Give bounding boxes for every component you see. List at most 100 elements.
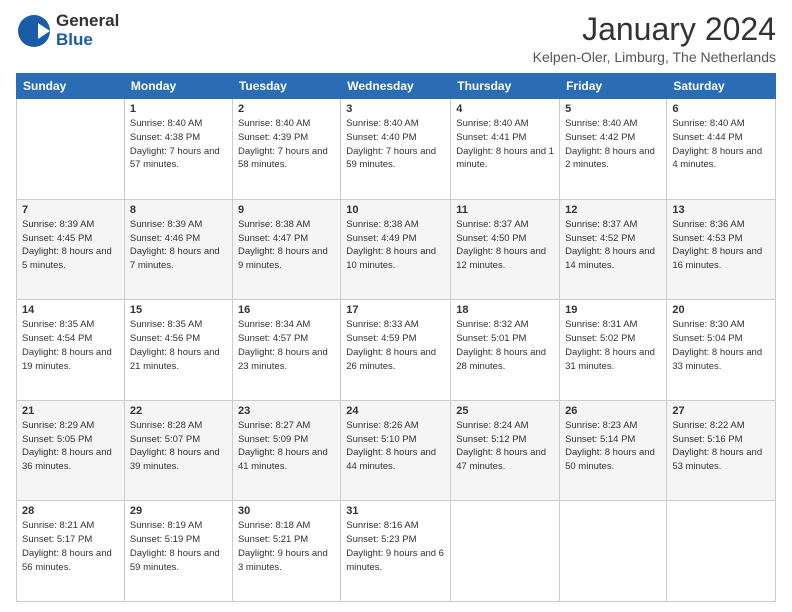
day-cell: 12Sunrise: 8:37 AM Sunset: 4:52 PM Dayli… [560, 199, 667, 300]
day-cell: 26 Sunrise: 8:23 AM Sunset: 5:14 PM Dayli… [560, 400, 667, 501]
day-info: Sunrise: 8:28 AM Sunset: 5:07 PM Dayligh… [130, 419, 227, 474]
day-number: 30 [238, 505, 335, 517]
day-cell: 13Sunrise: 8:36 AM Sunset: 4:53 PM Dayli… [667, 199, 776, 300]
title-block: January 2024 Kelpen-Oler, Limburg, The N… [533, 12, 776, 65]
day-number: 20 [672, 304, 770, 316]
day-cell: 14 Sunrise: 8:35 AM Sunset: 4:54 PM Dayli… [17, 300, 125, 401]
day-info: Sunrise: 8:37 AM Sunset: 4:52 PM Dayligh… [565, 218, 661, 273]
day-number: 23 [238, 405, 335, 417]
header: General Blue January 2024 Kelpen-Oler, L… [16, 12, 776, 65]
day-number: 28 [22, 505, 119, 517]
location: Kelpen-Oler, Limburg, The Netherlands [533, 49, 776, 65]
day-info: Sunrise: 8:35 AM Sunset: 4:54 PM Dayligh… [22, 318, 119, 373]
day-number: 27 [672, 405, 770, 417]
day-info: Sunrise: 8:38 AM Sunset: 4:47 PM Dayligh… [238, 218, 335, 273]
day-cell: 29Sunrise: 8:19 AM Sunset: 5:19 PM Dayli… [124, 501, 232, 602]
day-info: Sunrise: 8:37 AM Sunset: 4:50 PM Dayligh… [456, 218, 554, 273]
day-info: Sunrise: 8:23 AM Sunset: 5:14 PM Dayligh… [565, 419, 661, 474]
day-cell: 27 Sunrise: 8:22 AM Sunset: 5:16 PM Dayli… [667, 400, 776, 501]
day-number: 21 [22, 405, 119, 417]
day-info: Sunrise: 8:40 AM Sunset: 4:44 PM Dayligh… [672, 117, 770, 172]
day-number: 15 [130, 304, 227, 316]
day-number: 7 [22, 204, 119, 216]
day-number: 4 [456, 103, 554, 115]
day-number: 24 [346, 405, 445, 417]
day-cell: 22 Sunrise: 8:28 AM Sunset: 5:07 PM Dayli… [124, 400, 232, 501]
day-number: 13 [672, 204, 770, 216]
day-info: Sunrise: 8:40 AM Sunset: 4:39 PM Dayligh… [238, 117, 335, 172]
day-cell: 6Sunrise: 8:40 AM Sunset: 4:44 PM Daylig… [667, 99, 776, 200]
header-row: Sunday Monday Tuesday Wednesday Thursday… [17, 74, 776, 99]
day-number: 18 [456, 304, 554, 316]
day-number: 26 [565, 405, 661, 417]
day-info: Sunrise: 8:35 AM Sunset: 4:56 PM Dayligh… [130, 318, 227, 373]
col-thursday: Thursday [451, 74, 560, 99]
day-info: Sunrise: 8:21 AM Sunset: 5:17 PM Dayligh… [22, 519, 119, 574]
day-cell: 25 Sunrise: 8:24 AM Sunset: 5:12 PM Dayli… [451, 400, 560, 501]
day-cell: 1Sunrise: 8:40 AM Sunset: 4:38 PM Daylig… [124, 99, 232, 200]
week-row-4: 28 Sunrise: 8:21 AM Sunset: 5:17 PM Dayli… [17, 501, 776, 602]
day-cell: 10 Sunrise: 8:38 AM Sunset: 4:49 PM Dayli… [341, 199, 451, 300]
day-info: Sunrise: 8:27 AM Sunset: 5:09 PM Dayligh… [238, 419, 335, 474]
day-cell: 5Sunrise: 8:40 AM Sunset: 4:42 PM Daylig… [560, 99, 667, 200]
day-cell: 19Sunrise: 8:31 AM Sunset: 5:02 PM Dayli… [560, 300, 667, 401]
week-row-2: 14 Sunrise: 8:35 AM Sunset: 4:54 PM Dayli… [17, 300, 776, 401]
day-cell: 9 Sunrise: 8:38 AM Sunset: 4:47 PM Daylig… [232, 199, 340, 300]
day-number: 14 [22, 304, 119, 316]
day-cell: 31Sunrise: 8:16 AM Sunset: 5:23 PM Dayli… [341, 501, 451, 602]
calendar-page: General Blue January 2024 Kelpen-Oler, L… [0, 0, 792, 612]
day-info: Sunrise: 8:39 AM Sunset: 4:45 PM Dayligh… [22, 218, 119, 273]
day-cell: 3Sunrise: 8:40 AM Sunset: 4:40 PM Daylig… [341, 99, 451, 200]
month-title: January 2024 [533, 12, 776, 47]
day-cell: 30Sunrise: 8:18 AM Sunset: 5:21 PM Dayli… [232, 501, 340, 602]
col-wednesday: Wednesday [341, 74, 451, 99]
day-number: 10 [346, 204, 445, 216]
day-info: Sunrise: 8:19 AM Sunset: 5:19 PM Dayligh… [130, 519, 227, 574]
day-number: 22 [130, 405, 227, 417]
day-info: Sunrise: 8:26 AM Sunset: 5:10 PM Dayligh… [346, 419, 445, 474]
day-info: Sunrise: 8:22 AM Sunset: 5:16 PM Dayligh… [672, 419, 770, 474]
day-info: Sunrise: 8:34 AM Sunset: 4:57 PM Dayligh… [238, 318, 335, 373]
day-info: Sunrise: 8:30 AM Sunset: 5:04 PM Dayligh… [672, 318, 770, 373]
day-cell: 8Sunrise: 8:39 AM Sunset: 4:46 PM Daylig… [124, 199, 232, 300]
day-info: Sunrise: 8:24 AM Sunset: 5:12 PM Dayligh… [456, 419, 554, 474]
day-info: Sunrise: 8:40 AM Sunset: 4:42 PM Dayligh… [565, 117, 661, 172]
week-row-1: 7 Sunrise: 8:39 AM Sunset: 4:45 PM Daylig… [17, 199, 776, 300]
day-info: Sunrise: 8:33 AM Sunset: 4:59 PM Dayligh… [346, 318, 445, 373]
col-friday: Friday [560, 74, 667, 99]
day-info: Sunrise: 8:16 AM Sunset: 5:23 PM Dayligh… [346, 519, 445, 574]
day-cell [667, 501, 776, 602]
day-cell: 21 Sunrise: 8:29 AM Sunset: 5:05 PM Dayli… [17, 400, 125, 501]
day-info: Sunrise: 8:29 AM Sunset: 5:05 PM Dayligh… [22, 419, 119, 474]
day-info: Sunrise: 8:38 AM Sunset: 4:49 PM Dayligh… [346, 218, 445, 273]
day-cell: 23 Sunrise: 8:27 AM Sunset: 5:09 PM Dayli… [232, 400, 340, 501]
day-cell: 28 Sunrise: 8:21 AM Sunset: 5:17 PM Dayli… [17, 501, 125, 602]
day-number: 11 [456, 204, 554, 216]
day-number: 25 [456, 405, 554, 417]
day-cell [560, 501, 667, 602]
col-saturday: Saturday [667, 74, 776, 99]
day-info: Sunrise: 8:40 AM Sunset: 4:41 PM Dayligh… [456, 117, 554, 172]
day-number: 9 [238, 204, 335, 216]
day-cell [17, 99, 125, 200]
day-cell: 16 Sunrise: 8:34 AM Sunset: 4:57 PM Dayli… [232, 300, 340, 401]
day-cell: 7 Sunrise: 8:39 AM Sunset: 4:45 PM Daylig… [17, 199, 125, 300]
logo-general: General [56, 12, 119, 31]
col-monday: Monday [124, 74, 232, 99]
day-number: 3 [346, 103, 445, 115]
week-row-0: 1Sunrise: 8:40 AM Sunset: 4:38 PM Daylig… [17, 99, 776, 200]
logo-icon [16, 13, 52, 49]
logo-blue: Blue [56, 31, 119, 50]
day-number: 16 [238, 304, 335, 316]
day-cell: 15 Sunrise: 8:35 AM Sunset: 4:56 PM Dayli… [124, 300, 232, 401]
day-cell: 11 Sunrise: 8:37 AM Sunset: 4:50 PM Dayli… [451, 199, 560, 300]
day-cell: 20 Sunrise: 8:30 AM Sunset: 5:04 PM Dayli… [667, 300, 776, 401]
day-info: Sunrise: 8:31 AM Sunset: 5:02 PM Dayligh… [565, 318, 661, 373]
col-tuesday: Tuesday [232, 74, 340, 99]
day-number: 17 [346, 304, 445, 316]
col-sunday: Sunday [17, 74, 125, 99]
logo: General Blue [16, 12, 119, 49]
day-cell: 2Sunrise: 8:40 AM Sunset: 4:39 PM Daylig… [232, 99, 340, 200]
day-cell [451, 501, 560, 602]
day-info: Sunrise: 8:39 AM Sunset: 4:46 PM Dayligh… [130, 218, 227, 273]
